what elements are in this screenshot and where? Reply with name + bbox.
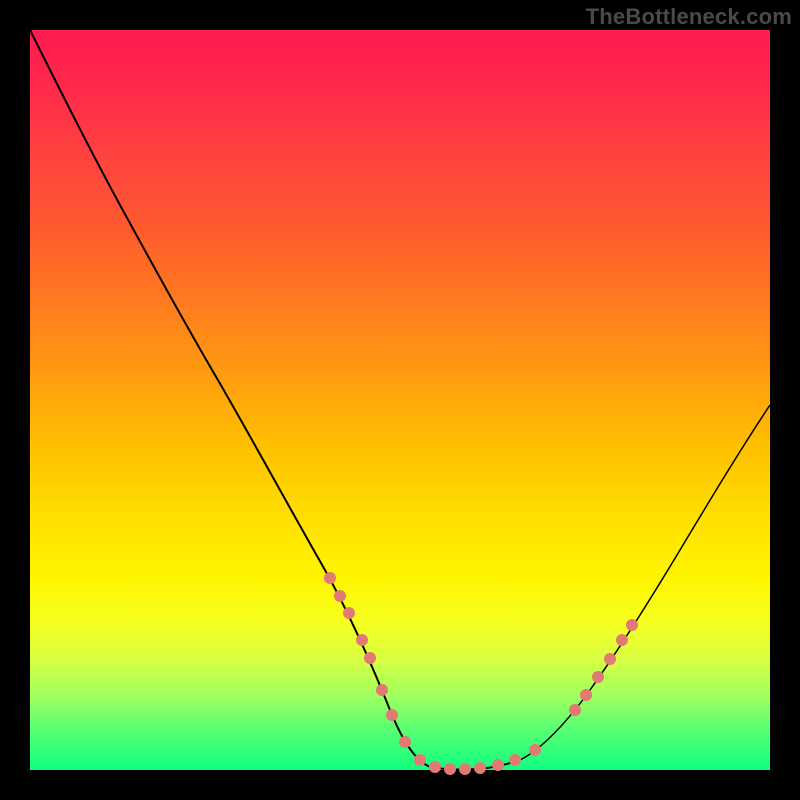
plot-area — [30, 30, 770, 770]
marker-dot — [364, 652, 376, 664]
marker-dot — [569, 704, 581, 716]
marker-dot — [429, 761, 441, 773]
marker-dot — [592, 671, 604, 683]
marker-dot — [509, 754, 521, 766]
marker-dot — [356, 634, 368, 646]
marker-dot — [474, 762, 486, 774]
marker-dot — [616, 634, 628, 646]
watermark-text: TheBottleneck.com — [586, 4, 792, 30]
marker-dot — [444, 763, 456, 775]
marker-dot — [399, 736, 411, 748]
marker-dot — [604, 653, 616, 665]
marker-dot — [459, 763, 471, 775]
marker-dot — [492, 759, 504, 771]
marker-dot — [334, 590, 346, 602]
marker-dot — [529, 744, 541, 756]
chart-frame: TheBottleneck.com — [0, 0, 800, 800]
marker-dot — [324, 572, 336, 584]
marker-dot — [386, 709, 398, 721]
curve-svg — [30, 30, 770, 770]
marker-dot — [626, 619, 638, 631]
curve-right — [520, 405, 770, 760]
marker-dot — [414, 754, 426, 766]
marker-dot — [580, 689, 592, 701]
marker-dot — [376, 684, 388, 696]
marker-dot — [343, 607, 355, 619]
